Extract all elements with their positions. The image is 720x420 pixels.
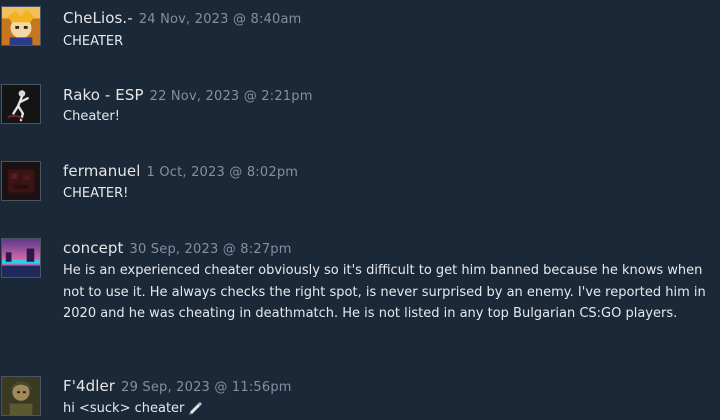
orange-character-avatar[interactable]	[1, 6, 41, 46]
comment-author[interactable]: CheLios.-	[63, 9, 133, 27]
comment-text: He is an experienced cheater obviously s…	[63, 263, 706, 321]
comment-text-content: hi <suck> cheater	[63, 401, 185, 416]
comment-timestamp: 1 Oct, 2023 @ 8:02pm	[146, 165, 299, 180]
comment-timestamp: 30 Sep, 2023 @ 8:27pm	[129, 242, 292, 257]
comment-text: CHEATER	[63, 34, 124, 49]
comment-author[interactable]: F'4dler	[63, 377, 115, 395]
comment-timestamp: 24 Nov, 2023 @ 8:40am	[138, 12, 302, 27]
comment-text: hi <suck> cheater	[63, 398, 715, 420]
comment-timestamp: 22 Nov, 2023 @ 2:21pm	[149, 89, 313, 104]
neon-landscape-avatar[interactable]	[1, 238, 41, 278]
comment-timestamp: 29 Sep, 2023 @ 11:56pm	[121, 380, 292, 395]
comment-author[interactable]: concept	[63, 239, 124, 257]
comment-author[interactable]: Rako - ESP	[63, 86, 144, 104]
soldier-avatar[interactable]	[1, 376, 41, 416]
pen-emoticon-icon	[187, 399, 203, 415]
comment-text: Cheater!	[63, 109, 120, 124]
dark-figure-avatar[interactable]	[1, 84, 41, 124]
comment-author[interactable]: fermanuel	[63, 162, 141, 180]
dark-red-avatar[interactable]	[1, 161, 41, 201]
comment-text: CHEATER!	[63, 186, 129, 201]
